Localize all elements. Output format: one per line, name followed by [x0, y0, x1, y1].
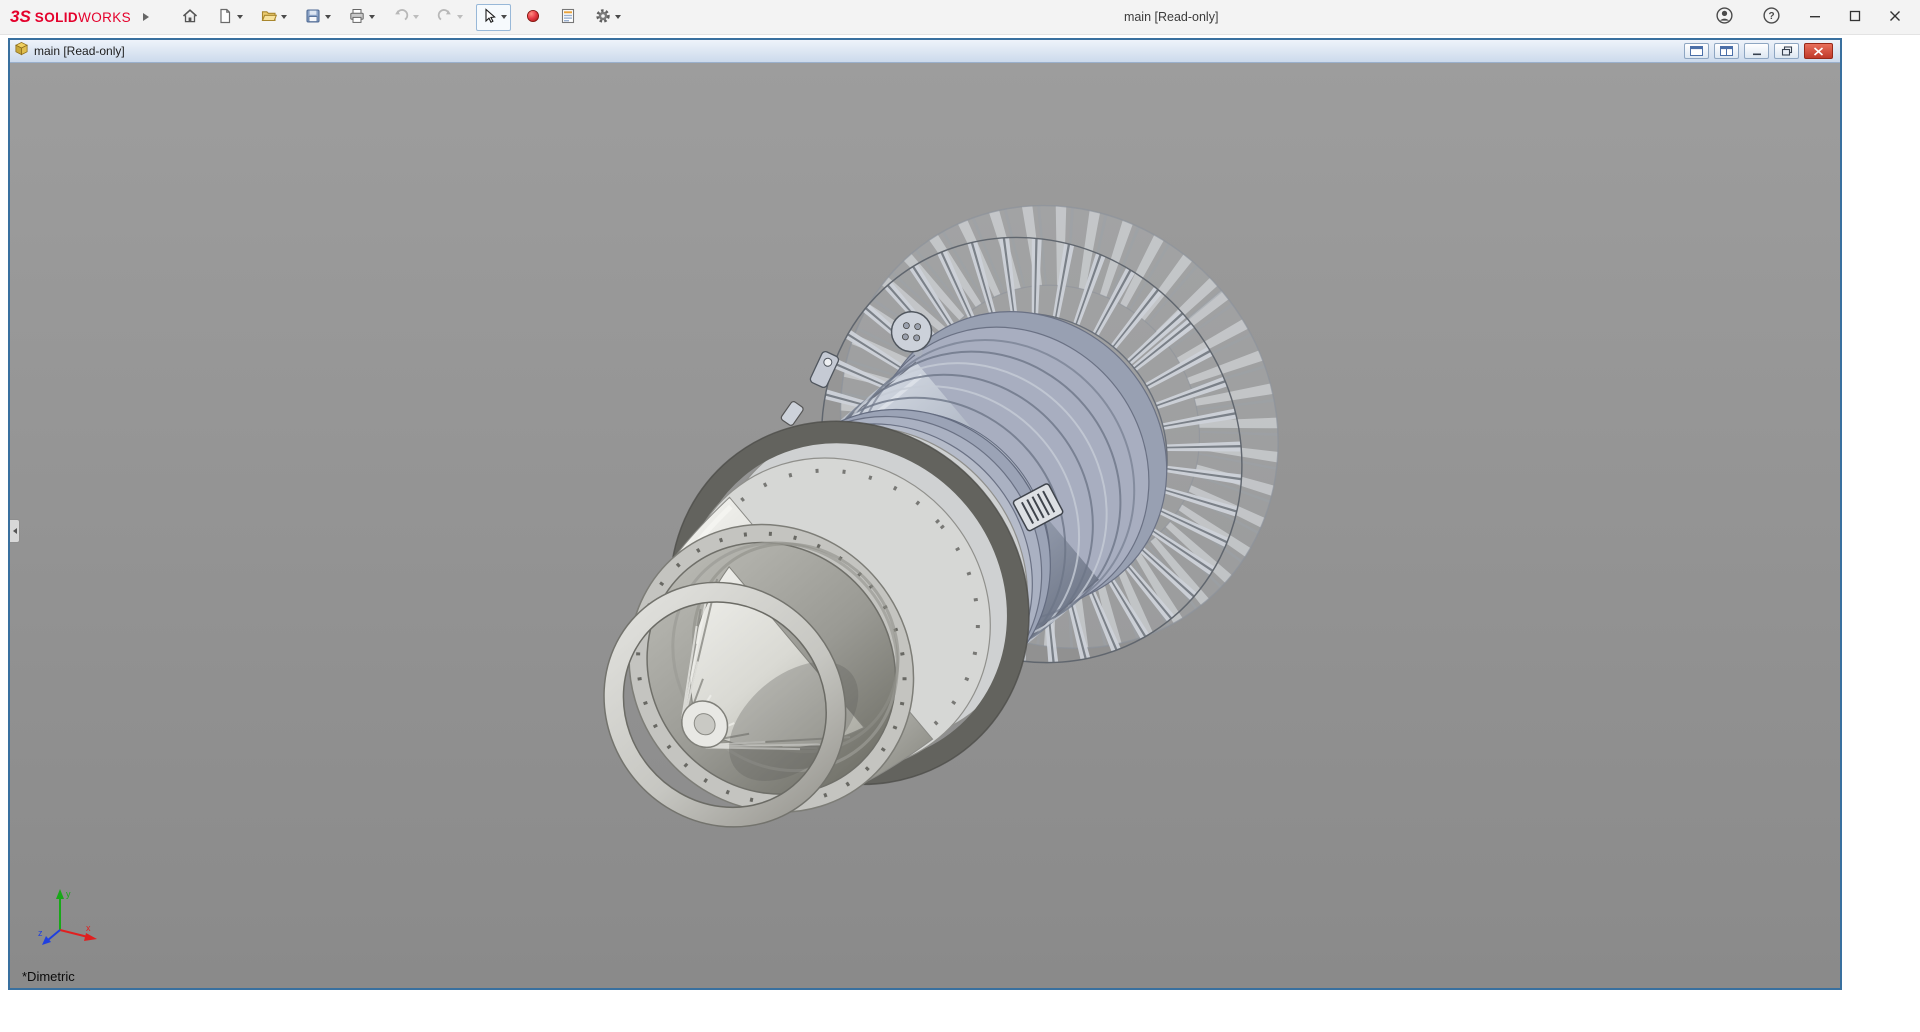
help-icon: ? [1762, 6, 1781, 28]
graphics-viewport[interactable]: y x z *Dimetric [10, 63, 1840, 988]
document-titlebar[interactable]: main [Read-only] [10, 40, 1840, 63]
undo-icon [392, 7, 410, 28]
open-dropdown-icon[interactable] [281, 15, 287, 19]
minimize-icon [1809, 10, 1821, 25]
window-title: main [Read-only] [1124, 10, 1219, 24]
doc-minimize-icon [1751, 44, 1763, 59]
print-button[interactable] [344, 4, 379, 31]
triad-z-label: z [38, 928, 43, 938]
maximize-icon [1849, 10, 1861, 25]
solidworks-logo: 3S SOLIDWORKS [0, 7, 135, 27]
brand-solid: SOLID [35, 10, 78, 25]
maximize-button[interactable] [1842, 8, 1868, 27]
doc-restore-icon [1781, 44, 1793, 59]
triad-y-label: y [66, 889, 71, 899]
new-document-icon [216, 7, 234, 28]
view-orientation-label: *Dimetric [22, 969, 75, 984]
print-dropdown-icon[interactable] [369, 15, 375, 19]
new-document-button[interactable] [212, 4, 247, 31]
mouse-gestures-button[interactable] [520, 4, 546, 31]
reference-triad: y x z [36, 884, 102, 950]
save-dropdown-icon[interactable] [325, 15, 331, 19]
save-icon [304, 7, 322, 28]
home-button[interactable] [177, 4, 203, 31]
window-pane-right-icon [1720, 44, 1733, 59]
mouse-gestures-icon [524, 7, 542, 28]
mdi-client-area: main [Read-only] [0, 34, 1920, 1032]
save-button[interactable] [300, 4, 335, 31]
property-manager-button[interactable] [555, 4, 581, 31]
close-icon [1889, 10, 1901, 25]
open-button[interactable] [256, 4, 291, 31]
redo-button[interactable] [432, 4, 467, 31]
select-dropdown-icon[interactable] [501, 15, 507, 19]
options-dropdown-icon[interactable] [615, 15, 621, 19]
assembly-icon [14, 41, 29, 61]
quick-access-toolbar [177, 4, 634, 31]
doc-restore-button[interactable] [1774, 43, 1799, 59]
property-manager-icon [559, 7, 577, 28]
titlebar-right-controls: ? [1708, 4, 1920, 30]
document-title: main [Read-only] [34, 44, 125, 58]
collapse-arrow-icon [13, 528, 17, 534]
doc-close-icon [1813, 44, 1824, 59]
print-icon [348, 7, 366, 28]
select-tool-button[interactable] [476, 4, 511, 31]
triad-x-label: x [86, 923, 91, 933]
account-button[interactable] [1708, 4, 1741, 30]
redo-dropdown-icon[interactable] [457, 15, 463, 19]
document-window-controls [1684, 43, 1836, 59]
select-cursor-icon [480, 7, 498, 28]
help-button[interactable]: ? [1755, 4, 1788, 30]
brand-works: WORKS [78, 10, 131, 25]
doc-window-pane-left-button[interactable] [1684, 43, 1709, 59]
account-icon [1715, 6, 1734, 28]
new-document-dropdown-icon[interactable] [237, 15, 243, 19]
doc-minimize-button[interactable] [1744, 43, 1769, 59]
home-icon [181, 7, 199, 28]
doc-close-button[interactable] [1804, 43, 1833, 59]
close-button[interactable] [1882, 8, 1908, 27]
engine-model[interactable] [10, 63, 1840, 988]
minimize-button[interactable] [1802, 8, 1828, 27]
document-window: main [Read-only] [8, 38, 1842, 990]
redo-icon [436, 7, 454, 28]
undo-dropdown-icon[interactable] [413, 15, 419, 19]
undo-button[interactable] [388, 4, 423, 31]
options-button[interactable] [590, 4, 625, 31]
svg-text:?: ? [1768, 11, 1774, 22]
doc-window-pane-right-button[interactable] [1714, 43, 1739, 59]
ds-mark: 3S [10, 7, 31, 27]
app-titlebar: 3S SOLIDWORKS [0, 0, 1920, 35]
window-pane-left-icon [1690, 44, 1703, 59]
menu-expand-icon[interactable] [143, 13, 149, 21]
gear-icon [594, 7, 612, 28]
featuremanager-collapsed-tab[interactable] [10, 519, 20, 543]
open-folder-icon [260, 7, 278, 28]
